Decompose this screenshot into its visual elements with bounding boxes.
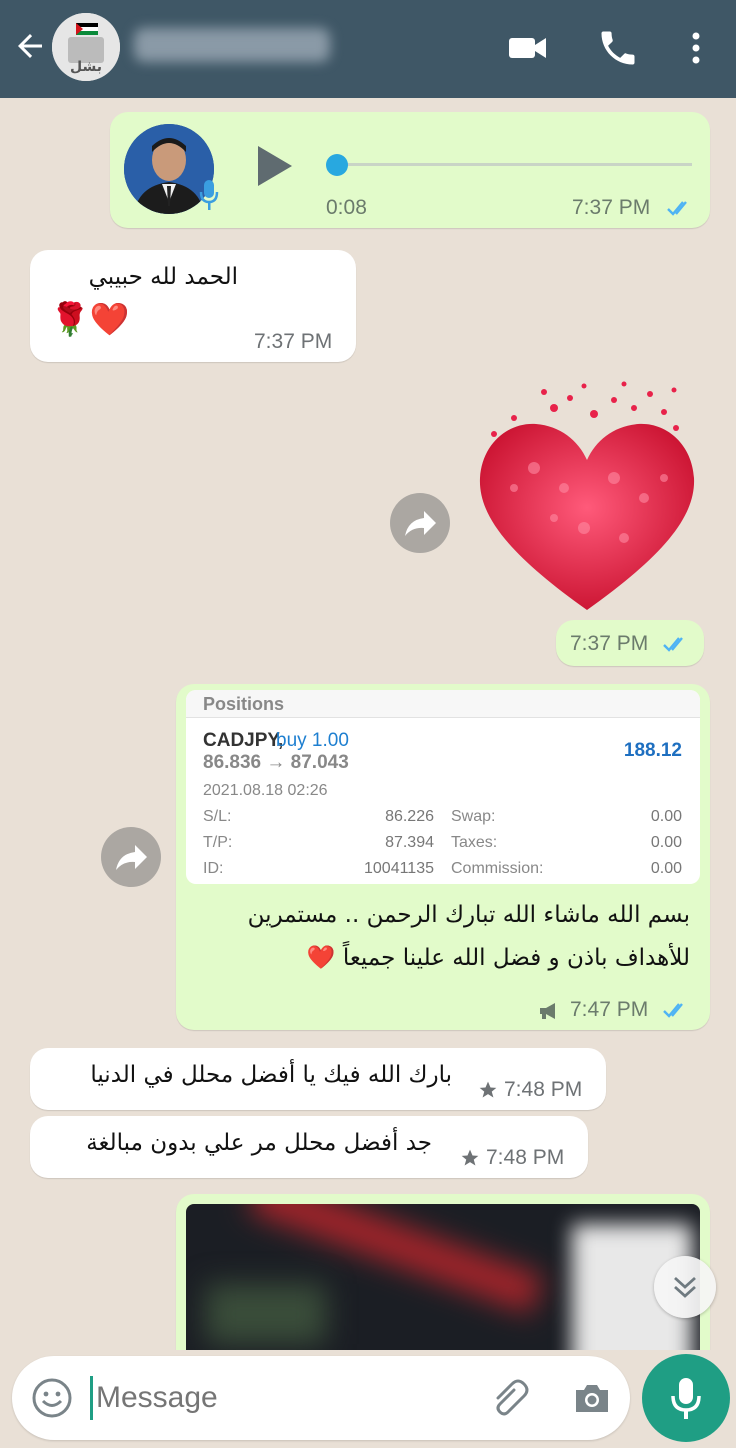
video-call-icon[interactable] (506, 26, 550, 70)
voice-call-icon[interactable] (596, 26, 640, 70)
sl-value: 86.226 (385, 808, 434, 825)
taxes-label: Taxes: (451, 834, 498, 851)
double-chevron-down-icon (674, 1276, 696, 1298)
position-price-range: 86.836 → 87.043 (203, 752, 349, 773)
sticker-time-badge: 7:37 PM (556, 620, 704, 666)
positions-title: Positions (203, 694, 285, 714)
message-time: 7:47 PM (570, 998, 649, 1021)
message-text: الحمد لله حبيبي (88, 264, 238, 290)
svg-text:بشل: بشل (70, 59, 102, 75)
microphone-icon (671, 1378, 701, 1419)
position-side: buy 1.00 (276, 730, 349, 751)
text-cursor (90, 1376, 93, 1420)
positions-header: Positions (186, 690, 700, 718)
audio-progress-thumb[interactable] (326, 154, 348, 176)
message-text: جد أفضل محلل مر علي بدون مبالغة (86, 1130, 432, 1156)
emoji-rose-heart: 🌹❤️ (50, 300, 130, 338)
incoming-message[interactable]: جد أفضل محلل مر علي بدون مبالغة 7:48 PM (30, 1116, 588, 1178)
attachment-icon[interactable] (488, 1376, 532, 1420)
heart-sticker[interactable] (474, 378, 700, 614)
contact-name[interactable] (134, 28, 330, 62)
tp-label: T/P: (203, 834, 233, 851)
id-value: 10041135 (364, 860, 434, 877)
message-time: 7:37 PM (570, 632, 649, 655)
sl-label: S/L: (203, 808, 232, 825)
id-label: ID: (203, 860, 224, 877)
megaphone-icon (540, 1003, 555, 1019)
caption-line-2: للأهداف باذن و فضل الله علينا جميعاً ❤️ (306, 945, 690, 971)
message-input[interactable] (96, 1372, 476, 1424)
contact-avatar[interactable]: بشل (52, 13, 120, 81)
position-profit: 188.12 (623, 740, 682, 761)
scroll-to-bottom-button[interactable] (654, 1256, 716, 1318)
commission-value: 0.00 (650, 860, 682, 877)
emoji-icon[interactable] (30, 1376, 74, 1420)
play-icon[interactable] (254, 144, 294, 188)
blurred-chart-image[interactable] (186, 1204, 700, 1350)
position-datetime: 2021.08.18 02:26 (203, 782, 328, 799)
message-time: 7:48 PM (504, 1078, 583, 1101)
starred-icon (479, 1081, 497, 1098)
positions-screenshot[interactable]: Positions CADJPY, buy 1.00 86.836 → 87.0… (186, 690, 700, 884)
voice-duration: 0:08 (326, 196, 367, 219)
message-composer[interactable] (12, 1356, 630, 1440)
tp-value: 87.394 (385, 834, 434, 851)
chat-area[interactable]: 0:08 7:37 PM الحمد لله حبيبي 🌹❤️ 7:37 PM (0, 98, 736, 1350)
swap-value: 0.00 (650, 808, 682, 825)
image-message[interactable] (176, 1194, 710, 1350)
avatar-logo-icon: بشل (52, 13, 120, 81)
voice-record-button[interactable] (642, 1354, 730, 1442)
caption-line-1: بسم الله ماشاء الله تبارك الرحمن .. مستم… (247, 902, 690, 928)
forward-arrow-icon (405, 511, 436, 536)
forward-arrow-icon (116, 845, 147, 870)
swap-label: Swap: (451, 808, 496, 825)
forward-button[interactable] (390, 493, 450, 553)
message-time: 7:48 PM (486, 1146, 565, 1169)
incoming-message[interactable]: الحمد لله حبيبي 🌹❤️ 7:37 PM (30, 250, 356, 362)
incoming-message[interactable]: بارك الله فيك يا أفضل محلل في الدنيا 7:4… (30, 1048, 606, 1110)
forward-button[interactable] (101, 827, 161, 887)
commission-label: Commission: (451, 860, 544, 877)
read-ticks-icon (667, 201, 687, 216)
position-symbol: CADJPY, (203, 730, 284, 751)
microphone-badge-icon (199, 180, 219, 210)
camera-icon[interactable] (570, 1376, 614, 1420)
audio-progress-track[interactable] (332, 163, 692, 166)
voice-message[interactable]: 0:08 7:37 PM (110, 112, 710, 228)
read-ticks-icon (663, 637, 683, 652)
taxes-value: 0.00 (650, 834, 682, 851)
read-ticks-icon (663, 1003, 683, 1018)
starred-icon (461, 1149, 479, 1166)
message-time: 7:37 PM (572, 196, 651, 219)
back-arrow-icon[interactable] (12, 28, 48, 64)
message-time: 7:37 PM (254, 330, 333, 353)
more-options-icon[interactable] (674, 26, 718, 70)
chat-header: بشل (0, 0, 736, 98)
message-text: بارك الله فيك يا أفضل محلل في الدنيا (90, 1062, 452, 1088)
